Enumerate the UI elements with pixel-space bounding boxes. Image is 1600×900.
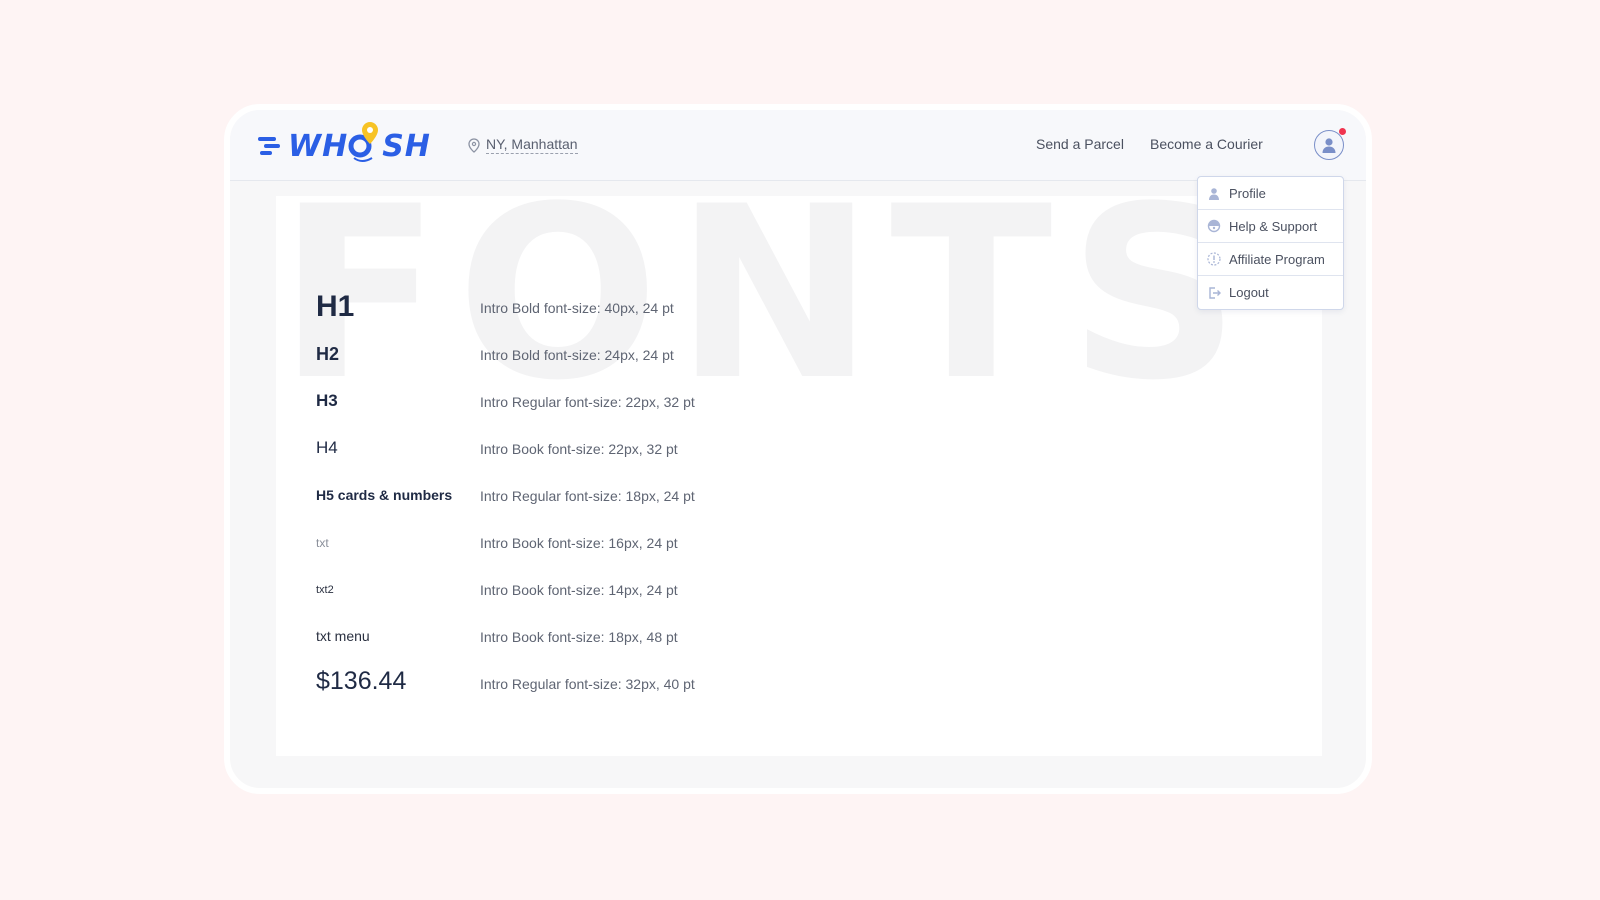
- font-sample-h4: H4: [316, 438, 338, 457]
- font-spec-h5: Intro Regular font-size: 18px, 24 pt: [480, 488, 695, 504]
- menu-item-label: Help & Support: [1229, 218, 1318, 234]
- affiliate-icon: [1207, 252, 1221, 266]
- send-parcel-link[interactable]: Send a Parcel: [1036, 136, 1124, 152]
- font-spec-price: Intro Regular font-size: 32px, 40 pt: [480, 676, 695, 692]
- font-spec-txt: Intro Book font-size: 16px, 24 pt: [480, 535, 678, 551]
- menu-item-label: Affiliate Program: [1229, 251, 1325, 267]
- support-icon: [1207, 219, 1221, 233]
- location-selector[interactable]: NY, Manhattan: [468, 136, 578, 154]
- font-sample-h1: H1: [316, 290, 355, 323]
- logout-icon: [1207, 286, 1221, 300]
- font-spec-h2: Intro Bold font-size: 24px, 24 pt: [480, 347, 674, 363]
- background-title-watermark: FONTS: [278, 156, 1256, 433]
- menu-item-label: Logout: [1229, 285, 1269, 300]
- font-spec-txt-menu: Intro Book font-size: 18px, 48 pt: [480, 629, 678, 645]
- font-spec-txt2: Intro Book font-size: 14px, 24 pt: [480, 582, 678, 598]
- fonts-panel: FONTS H1 Intro Bold font-size: 40px, 24 …: [276, 176, 1322, 756]
- font-sample-txt-menu: txt menu: [316, 628, 370, 644]
- font-spec-h1: Intro Bold font-size: 40px, 24 pt: [480, 300, 674, 316]
- font-sample-txt2: txt2: [316, 584, 334, 596]
- font-spec-h3: Intro Regular font-size: 22px, 32 pt: [480, 394, 695, 410]
- menu-item-profile[interactable]: Profile: [1198, 177, 1343, 210]
- user-icon: [1207, 186, 1221, 200]
- map-pin-icon: [468, 137, 480, 153]
- menu-item-affiliate-program[interactable]: Affiliate Program: [1198, 243, 1343, 276]
- location-label: NY, Manhattan: [486, 136, 578, 154]
- user-avatar-button[interactable]: [1314, 128, 1346, 160]
- become-courier-link[interactable]: Become a Courier: [1150, 136, 1263, 152]
- font-sample-price: $136.44: [316, 667, 407, 695]
- font-sample-txt: txt: [316, 536, 329, 550]
- font-spec-h4: Intro Book font-size: 22px, 32 pt: [480, 441, 678, 457]
- menu-item-label: Profile: [1229, 185, 1266, 201]
- user-avatar-icon: [1322, 138, 1336, 153]
- notification-dot: [1339, 128, 1346, 135]
- font-sample-h5: H5 cards & numbers: [316, 487, 453, 503]
- user-dropdown-menu: Profile Help & Support Affiliate Program…: [1197, 176, 1344, 310]
- menu-item-help-support[interactable]: Help & Support: [1198, 210, 1343, 243]
- font-sample-h3: H3: [316, 391, 338, 410]
- font-sample-h2: H2: [316, 344, 340, 364]
- menu-item-logout[interactable]: Logout: [1198, 276, 1343, 309]
